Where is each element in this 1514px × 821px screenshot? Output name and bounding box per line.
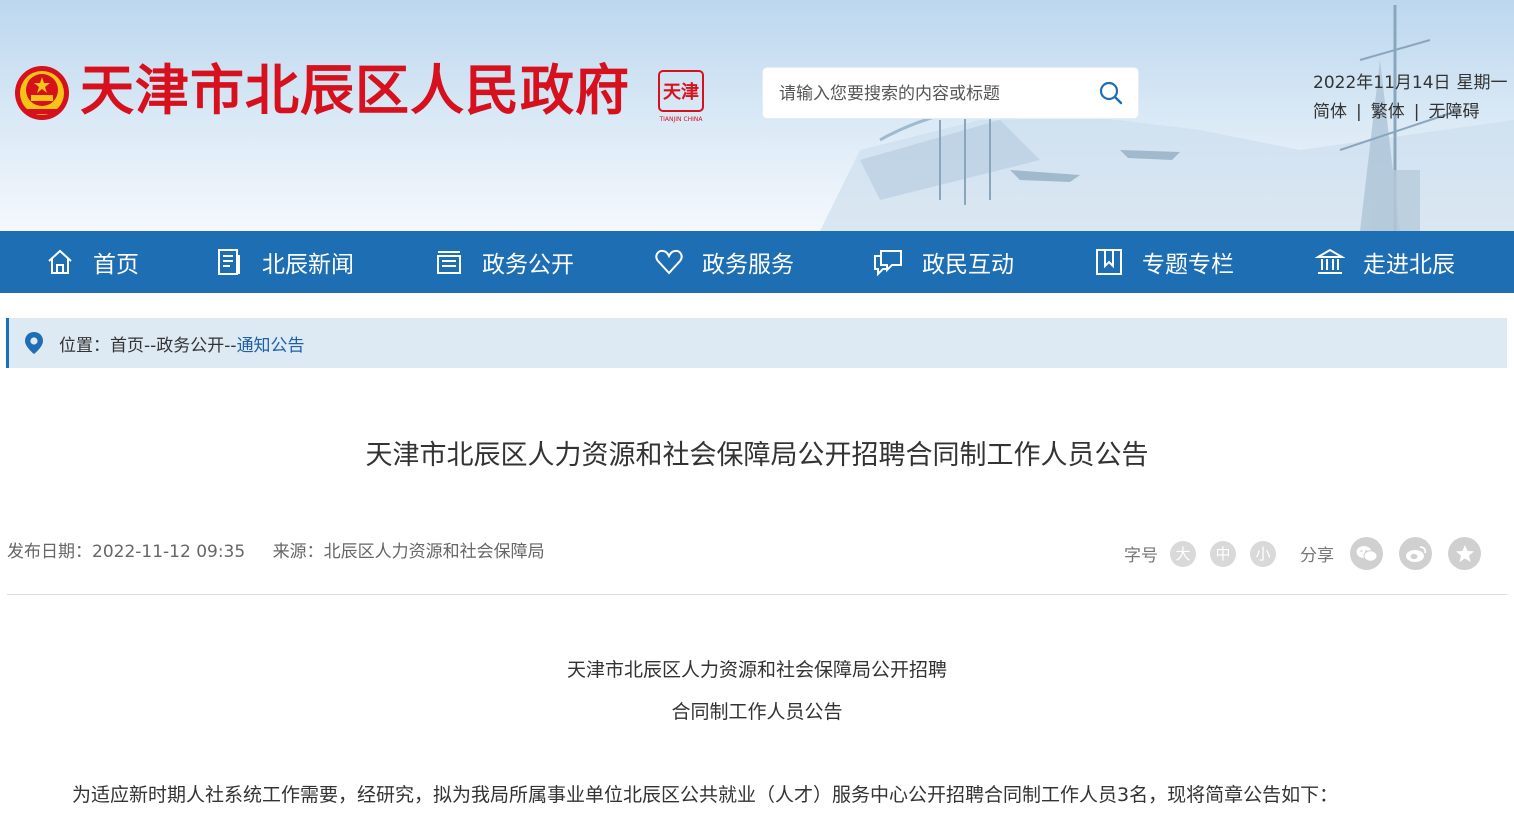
language-switcher: 简体 | 繁体 | 无障碍 xyxy=(1313,97,1479,122)
home-icon xyxy=(48,249,72,274)
bookmark-icon xyxy=(1096,249,1122,275)
nav-label: 政务服务 xyxy=(702,252,794,278)
source-name: 北辰区人力资源和社会保障局 xyxy=(323,542,545,562)
weekday-text: 星期一 xyxy=(1456,73,1508,93)
share-weibo-button[interactable] xyxy=(1399,537,1432,570)
meta-divider xyxy=(7,594,1507,595)
svg-text:TIANJIN CHINA: TIANJIN CHINA xyxy=(658,116,703,123)
accessibility-link[interactable]: 无障碍 xyxy=(1428,102,1479,122)
share-wechat-button[interactable] xyxy=(1350,537,1383,570)
main-nav: 首页 北辰新闻 政务公开 政务服务 政民互动 专题专栏 走进北辰 xyxy=(0,231,1514,293)
nav-label: 走进北辰 xyxy=(1363,252,1455,278)
nav-item-interaction[interactable]: 政民互动 xyxy=(872,231,1014,293)
share-label: 分享 xyxy=(1300,546,1334,566)
heart-icon xyxy=(655,249,683,275)
nav-label: 政务公开 xyxy=(482,252,574,278)
font-size-small-button[interactable]: 小 xyxy=(1250,540,1276,567)
search-icon[interactable] xyxy=(1098,80,1124,106)
weibo-icon xyxy=(1405,545,1426,562)
font-size-medium-button[interactable]: 中 xyxy=(1210,540,1236,567)
national-emblem-icon xyxy=(15,66,69,120)
nav-item-gov-services[interactable]: 政务服务 xyxy=(654,231,794,293)
nav-item-gov-affairs[interactable]: 政务公开 xyxy=(434,231,574,293)
lang-separator: | xyxy=(1413,102,1420,122)
nav-label: 政民互动 xyxy=(922,252,1014,278)
chat-icon xyxy=(874,250,902,277)
breadcrumb: 位置：首页--政务公开--通知公告 xyxy=(6,318,1507,368)
breadcrumb-separator: -- xyxy=(144,336,157,356)
date-text: 2022年11月14日 xyxy=(1313,73,1451,93)
building-icon xyxy=(1315,248,1345,274)
nav-item-news[interactable]: 北辰新闻 xyxy=(214,231,354,293)
breadcrumb-separator: -- xyxy=(224,336,237,356)
breadcrumb-prefix: 位置： xyxy=(59,336,110,356)
publish-date-label: 发布日期： xyxy=(7,542,92,562)
site-header: 天津市北辰区人民政府 天津 TIANJIN CHINA 2022年11月14日星… xyxy=(0,0,1514,231)
breadcrumb-gov-affairs[interactable]: 政务公开 xyxy=(156,336,224,356)
nav-item-about-beichen[interactable]: 走进北辰 xyxy=(1315,231,1455,293)
svg-text:天津: 天津 xyxy=(663,81,699,103)
search-input[interactable] xyxy=(777,78,1081,110)
nav-label: 北辰新闻 xyxy=(262,252,354,278)
body-title-line2: 合同制工作人员公告 xyxy=(671,701,843,723)
lang-traditional-link[interactable]: 繁体 xyxy=(1371,102,1405,122)
tianjin-seal-logo: 天津 TIANJIN CHINA xyxy=(658,70,704,123)
article-meta: 发布日期：2022-11-12 09:35 来源：北辰区人力资源和社会保障局 xyxy=(7,537,545,562)
site-title[interactable]: 天津市北辰区人民政府 xyxy=(80,56,630,126)
news-icon xyxy=(218,249,240,275)
article-paragraph: 为适应新时期人社系统工作需要，经研究，拟为我局所属事业单位北辰区公共就业（人才）… xyxy=(72,784,1339,806)
body-title-line1: 天津市北辰区人力资源和社会保障局公开招聘 xyxy=(566,659,947,681)
nav-item-special-topics[interactable]: 专题专栏 xyxy=(1094,231,1234,293)
breadcrumb-home[interactable]: 首页 xyxy=(110,336,144,356)
breadcrumb-notices[interactable]: 通知公告 xyxy=(237,336,305,356)
nav-item-home[interactable]: 首页 xyxy=(45,231,139,293)
breadcrumb-path: 位置：首页--政务公开--通知公告 xyxy=(59,331,305,356)
nav-label: 专题专栏 xyxy=(1142,252,1234,278)
location-pin-icon xyxy=(25,332,43,354)
lang-separator: | xyxy=(1356,102,1362,122)
list-icon xyxy=(437,251,461,274)
font-size-label: 字号 xyxy=(1124,546,1158,566)
lang-simplified-link[interactable]: 简体 xyxy=(1313,102,1347,122)
font-size-large-button[interactable]: 大 xyxy=(1170,540,1196,567)
publish-date: 2022-11-12 09:35 xyxy=(92,542,246,562)
current-date: 2022年11月14日 星期一 xyxy=(1313,68,1514,93)
favorite-icon xyxy=(1455,544,1474,562)
article-tools: 字号 大 中 小 分享 xyxy=(1124,537,1497,570)
wechat-icon xyxy=(1356,545,1377,562)
share-favorite-button[interactable] xyxy=(1448,537,1481,570)
article-title: 天津市北辰区人力资源和社会保障局公开招聘合同制工作人员公告 xyxy=(365,440,1149,471)
source-label: 来源： xyxy=(272,542,324,562)
search-box xyxy=(763,68,1138,118)
nav-label: 首页 xyxy=(93,252,139,278)
